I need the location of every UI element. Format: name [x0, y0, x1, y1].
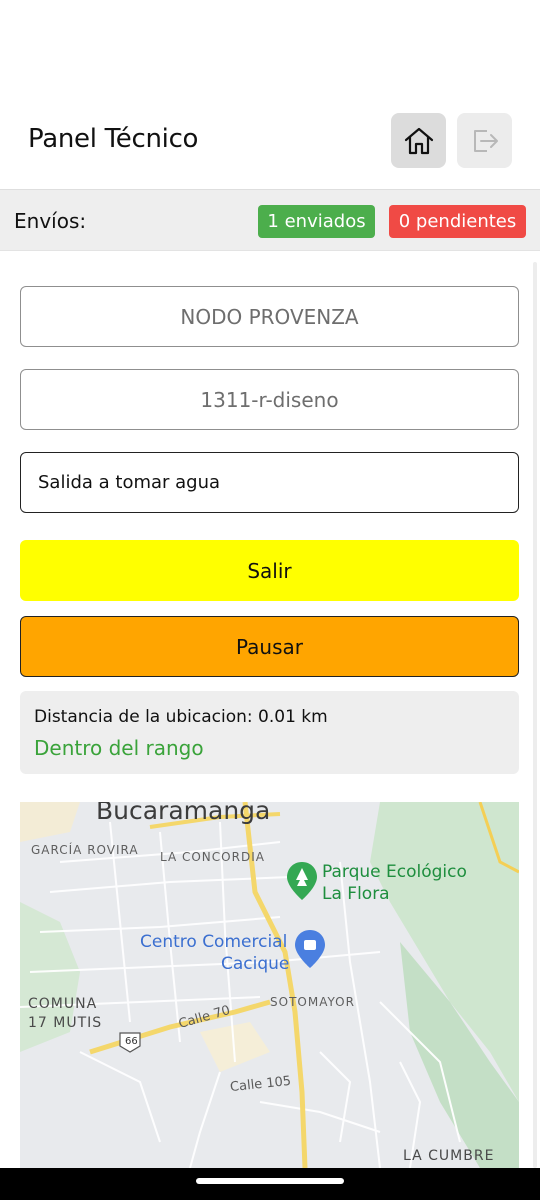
app-header: Panel Técnico: [0, 110, 540, 172]
map-label-city: Bucaramanga: [96, 802, 271, 825]
shopping-pin-icon: [295, 930, 325, 968]
logout-button[interactable]: [457, 113, 512, 168]
distance-text: Distancia de la ubicacion: 0.01 km: [34, 707, 328, 727]
home-gesture-pill[interactable]: [196, 1178, 344, 1184]
location-map[interactable]: Bucaramanga GARCÍA ROVIRA LA CONCORDIA P…: [20, 802, 519, 1168]
shipments-bar: Envíos: 1 enviados 0 pendientes: [0, 189, 540, 251]
pause-button[interactable]: Pausar: [20, 616, 519, 677]
system-nav-bar: [0, 1168, 540, 1200]
home-icon: [404, 127, 433, 154]
map-label-mall-2: Cacique: [221, 954, 290, 974]
map-label-cumbre: LA CUMBRE: [403, 1148, 495, 1164]
node-field[interactable]: NODO PROVENZA: [20, 286, 519, 347]
map-label-park-2: La Flora: [322, 884, 390, 904]
map-label-sotomayor: SOTOMAYOR: [270, 995, 355, 1009]
map-label-mall-1: Centro Comercial: [140, 932, 288, 952]
exit-button[interactable]: Salir: [20, 540, 519, 601]
range-status: Dentro del rango: [34, 736, 204, 760]
map-label-comuna-1: COMUNA: [28, 996, 98, 1012]
map-label-park-1: Parque Ecológico: [322, 862, 467, 882]
distance-panel: Distancia de la ubicacion: 0.01 km Dentr…: [20, 691, 519, 774]
page-title: Panel Técnico: [28, 124, 199, 154]
map-label-comuna-2: 17 MUTIS: [28, 1015, 103, 1031]
tree-pin-icon: [287, 862, 317, 900]
map-label-concordia: LA CONCORDIA: [160, 850, 265, 864]
map-label-route66: 66: [125, 1036, 138, 1047]
pending-count-badge: 0 pendientes: [389, 205, 526, 238]
shipments-label: Envíos:: [14, 209, 87, 233]
map-label-garcia: GARCÍA ROVIRA: [31, 843, 139, 857]
logout-icon: [473, 129, 498, 152]
home-button[interactable]: [391, 113, 446, 168]
sent-count-badge: 1 enviados: [258, 205, 375, 238]
reason-input[interactable]: Salida a tomar agua: [20, 452, 519, 513]
scrollbar[interactable]: [533, 262, 537, 1168]
code-field[interactable]: 1311-r-diseno: [20, 369, 519, 430]
